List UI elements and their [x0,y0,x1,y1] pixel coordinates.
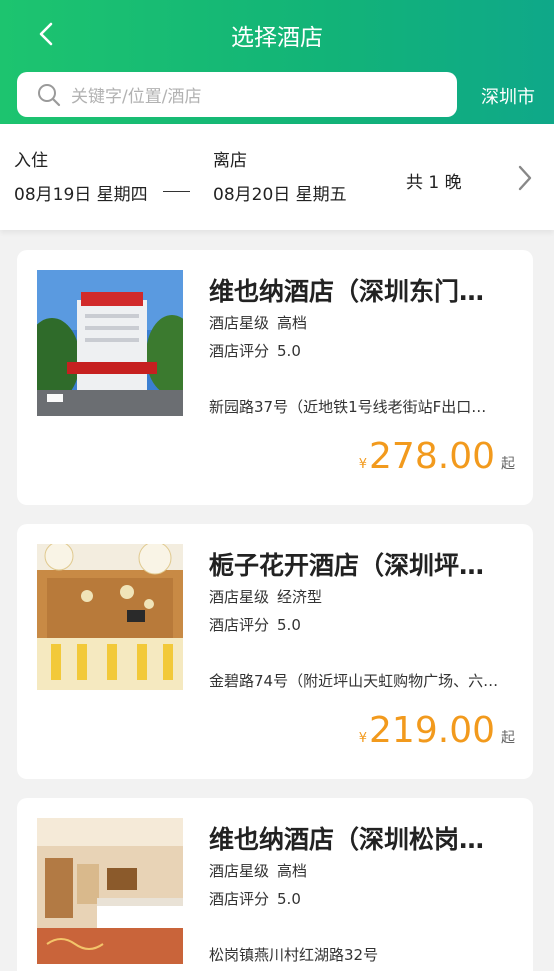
hotel-name[interactable]: 维也纳酒店（深圳东门… [209,272,509,308]
checkout-label: 离店 [213,151,247,171]
header-bar: 选择酒店 关键字/位置/酒店 深圳市 [0,0,554,124]
nights-count: 共 1 晚 [406,173,462,193]
price-amount: 278.00 [369,436,495,477]
hotel-card[interactable]: 维也纳酒店（深圳东门… 酒店星级 高档 酒店评分 5.0 新园路37号（近地铁1号线… [17,250,533,505]
checkin-date[interactable]: 08月19日 星期四 [14,180,148,205]
search-icon [38,83,61,106]
hotel-rating-row: 酒店评分 5.0 [209,614,301,635]
hotel-star-row: 酒店星级 高档 [209,860,307,881]
rating-value: 5.0 [277,616,301,634]
checkin-label: 入住 [14,151,48,171]
currency-symbol: ¥ [358,731,368,746]
hotel-star-row: 酒店星级 经济型 [209,586,322,607]
star-label: 酒店星级 [209,314,270,332]
hotel-price: ¥ 278.00 起 [359,436,515,477]
price-suffix: 起 [501,456,515,472]
chevron-right-icon[interactable] [516,164,534,192]
rating-label: 酒店评分 [209,342,270,360]
hotel-name[interactable]: 维也纳酒店（深圳松岗… [209,820,509,856]
currency-symbol: ¥ [358,457,368,472]
hotel-photo [37,544,183,690]
search-input[interactable]: 关键字/位置/酒店 [17,72,457,117]
hotel-address: 松岗镇燕川村红湖路32号 [209,946,379,964]
search-placeholder: 关键字/位置/酒店 [71,87,202,107]
price-amount: 219.00 [369,710,495,751]
hotel-card[interactable]: 维也纳酒店（深圳松岗… 酒店星级 高档 酒店评分 5.0 松岗镇燕川村红湖路32号 [17,798,533,971]
page-title: 选择酒店 [231,25,323,51]
rating-label: 酒店评分 [209,890,270,908]
rating-value: 5.0 [277,890,301,908]
hotel-rating-row: 酒店评分 5.0 [209,340,301,361]
date-selector[interactable]: 入住 08月19日 星期四 离店 08月20日 星期五 共 1 晚 [0,124,554,230]
hotel-address: 金碧路74号（附近坪山天虹购物广场、六… [209,672,499,690]
star-value: 高档 [277,314,308,332]
star-label: 酒店星级 [209,588,270,606]
star-value: 经济型 [277,588,323,606]
date-separator [163,191,190,192]
checkout-date[interactable]: 08月20日 星期五 [213,180,347,205]
hotel-rating-row: 酒店评分 5.0 [209,888,301,909]
hotel-star-row: 酒店星级 高档 [209,312,307,333]
rating-value: 5.0 [277,342,301,360]
hotel-name[interactable]: 栀子花开酒店（深圳坪… [209,546,509,582]
hotel-card[interactable]: 栀子花开酒店（深圳坪… 酒店星级 经济型 酒店评分 5.0 金碧路74号（附近坪山天… [17,524,533,779]
rating-label: 酒店评分 [209,616,270,634]
star-value: 高档 [277,862,308,880]
hotel-photo [37,270,183,416]
price-suffix: 起 [501,730,515,746]
city-selector[interactable]: 深圳市 [470,83,546,109]
star-label: 酒店星级 [209,862,270,880]
hotel-price: ¥ 219.00 起 [359,710,515,751]
hotel-address: 新园路37号（近地铁1号线老街站F出口… [209,398,487,416]
hotel-photo [37,818,183,964]
